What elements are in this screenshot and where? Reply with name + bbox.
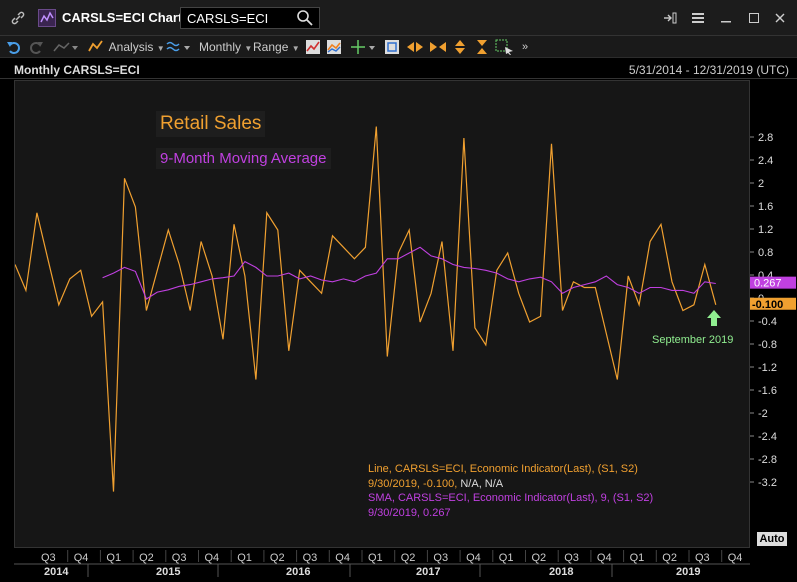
x-axis-ticks: Q3 Q4 Q1 Q2 Q3 Q4 Q1 Q2 Q3 Q4 Q1 Q2 Q3 Q4 Q1 Q2 Q3 Q4 Q1 Q2… <box>14 548 750 577</box>
interval-select[interactable]: Monthly ▼ <box>199 39 252 55</box>
september-annotation: September 2019 <box>652 334 733 346</box>
y-tick-label: -0.4 <box>758 316 777 328</box>
range-label: Range <box>253 40 288 54</box>
x-quarter-label: Q3 <box>41 552 56 564</box>
range-select[interactable]: Range ▼ <box>253 39 300 55</box>
x-quarter-label: Q2 <box>401 552 416 564</box>
x-year-label: 2014 <box>44 566 69 577</box>
y-tick-label: 2.8 <box>758 132 773 144</box>
x-quarter-label: Q1 <box>368 552 383 564</box>
y-tick-label: -2.4 <box>758 431 777 443</box>
x-quarter-label: Q1 <box>106 552 121 564</box>
legend-line-na: N/A, N/A <box>460 478 503 490</box>
crosshair-icon[interactable] <box>350 39 376 55</box>
chart-logo-icon <box>38 9 56 27</box>
analysis-label: Analysis <box>109 40 154 54</box>
retail-sales-annotation: Retail Sales <box>156 111 265 137</box>
chart-toolbar: Analysis ▼ Monthly ▼ Range ▼ » <box>0 36 797 58</box>
legend-sma-value: 9/30/2019, 0.267 <box>368 507 451 519</box>
x-quarter-label: Q3 <box>172 552 187 564</box>
menu-icon[interactable] <box>688 8 708 28</box>
y-axis-ticks: 2.82.421.61.20.80.40-0.4-0.8-1.2-1.6-2-2… <box>750 80 797 548</box>
scroll-left-right-icon[interactable] <box>406 39 424 55</box>
line-last-badge-label: -0.100 <box>752 299 783 311</box>
moving-average-annotation: 9-Month Moving Average <box>156 148 331 169</box>
wave-icon[interactable] <box>166 39 192 55</box>
y-tick-label: 1.2 <box>758 224 773 236</box>
x-quarter-label: Q4 <box>74 552 89 564</box>
legend-sma-name: SMA, CARSLS=ECI, Economic Indicator(Last… <box>368 492 653 504</box>
interval-label: Monthly <box>199 40 241 54</box>
link-icon[interactable] <box>10 10 26 26</box>
y-tick-label: 2.4 <box>758 155 773 167</box>
redo-icon[interactable] <box>28 39 44 55</box>
x-year-label: 2018 <box>549 566 573 577</box>
x-quarter-label: Q3 <box>564 552 579 564</box>
x-quarter-label: Q2 <box>270 552 285 564</box>
x-quarter-label: Q4 <box>466 552 481 564</box>
compare-icon[interactable] <box>326 39 342 55</box>
fit-horizontal-icon[interactable] <box>429 39 447 55</box>
x-quarter-label: Q1 <box>237 552 252 564</box>
x-quarter-label: Q3 <box>695 552 710 564</box>
arrow-up-icon <box>706 309 722 332</box>
x-year-label: 2019 <box>676 566 700 577</box>
x-year-label: 2016 <box>286 566 310 577</box>
more-tools-icon[interactable]: » <box>522 39 528 55</box>
x-quarter-label: Q2 <box>662 552 677 564</box>
x-quarter-label: Q4 <box>205 552 220 564</box>
x-axis[interactable]: Q3 Q4 Q1 Q2 Q3 Q4 Q1 Q2 Q3 Q4 Q1 Q2 Q3 Q4 Q1 Q2 Q3 Q4 Q1 Q2… <box>14 548 750 577</box>
x-quarter-label: Q2 <box>532 552 547 564</box>
chart-header: Monthly CARSLS=ECI 5/31/2014 - 12/31/201… <box>0 59 797 79</box>
y-tick-label: 2 <box>758 178 764 190</box>
close-icon[interactable] <box>770 8 790 28</box>
x-quarter-label: Q1 <box>499 552 514 564</box>
x-quarter-label: Q2 <box>139 552 154 564</box>
x-quarter-label: Q4 <box>335 552 350 564</box>
y-tick-label: -1.2 <box>758 362 777 374</box>
title-bar: CARSLS=ECI Chart <box>0 0 797 36</box>
sma-last-badge-label: 0.267 <box>754 278 782 290</box>
maximize-icon[interactable] <box>744 8 764 28</box>
legend-line-last: 9/30/2019, -0.100, <box>368 478 457 490</box>
chart-type-icon[interactable] <box>305 39 321 55</box>
x-year-label: 2017 <box>416 566 440 577</box>
select-tool-icon[interactable] <box>495 39 515 55</box>
series-line-retail-sales <box>15 127 716 492</box>
y-tick-label: -0.8 <box>758 339 777 351</box>
x-quarter-label: Q4 <box>728 552 743 564</box>
x-quarter-label: Q4 <box>597 552 612 564</box>
x-year-label: 2015 <box>156 566 180 577</box>
zoom-box-icon[interactable] <box>384 39 400 55</box>
fit-vertical-icon[interactable] <box>452 39 468 55</box>
legend-line-value: 9/30/2019, -0.100, N/A, N/A <box>368 478 503 490</box>
date-range: 5/31/2014 - 12/31/2019 (UTC) <box>629 63 789 77</box>
x-quarter-label: Q1 <box>630 552 645 564</box>
series-line-moving-average <box>103 247 716 299</box>
undo-icon[interactable] <box>6 39 22 55</box>
x-quarter-label: Q3 <box>433 552 448 564</box>
y-tick-label: -3.2 <box>758 477 777 489</box>
share-icon[interactable] <box>660 8 680 28</box>
window-title: CARSLS=ECI Chart <box>62 10 182 25</box>
x-quarter-label: Q3 <box>303 552 318 564</box>
minimize-icon[interactable] <box>716 8 736 28</box>
y-tick-label: 1.6 <box>758 201 773 213</box>
y-axis[interactable]: 2.82.421.61.20.80.40-0.4-0.8-1.2-1.6-2-2… <box>750 80 797 548</box>
line-style-icon[interactable] <box>52 39 78 55</box>
y-tick-label: 0.8 <box>758 247 773 259</box>
chart-title: Monthly CARSLS=ECI <box>14 63 140 77</box>
auto-scale-button[interactable]: Auto <box>757 532 787 546</box>
compress-vertical-icon[interactable] <box>474 39 490 55</box>
y-tick-label: -1.6 <box>758 385 777 397</box>
analysis-menu[interactable]: Analysis ▼ <box>88 39 165 55</box>
search-icon[interactable] <box>296 9 314 27</box>
y-tick-label: -2 <box>758 408 768 420</box>
legend-line-name: Line, CARSLS=ECI, Economic Indicator(Las… <box>368 463 638 475</box>
y-tick-label: -2.8 <box>758 454 777 466</box>
